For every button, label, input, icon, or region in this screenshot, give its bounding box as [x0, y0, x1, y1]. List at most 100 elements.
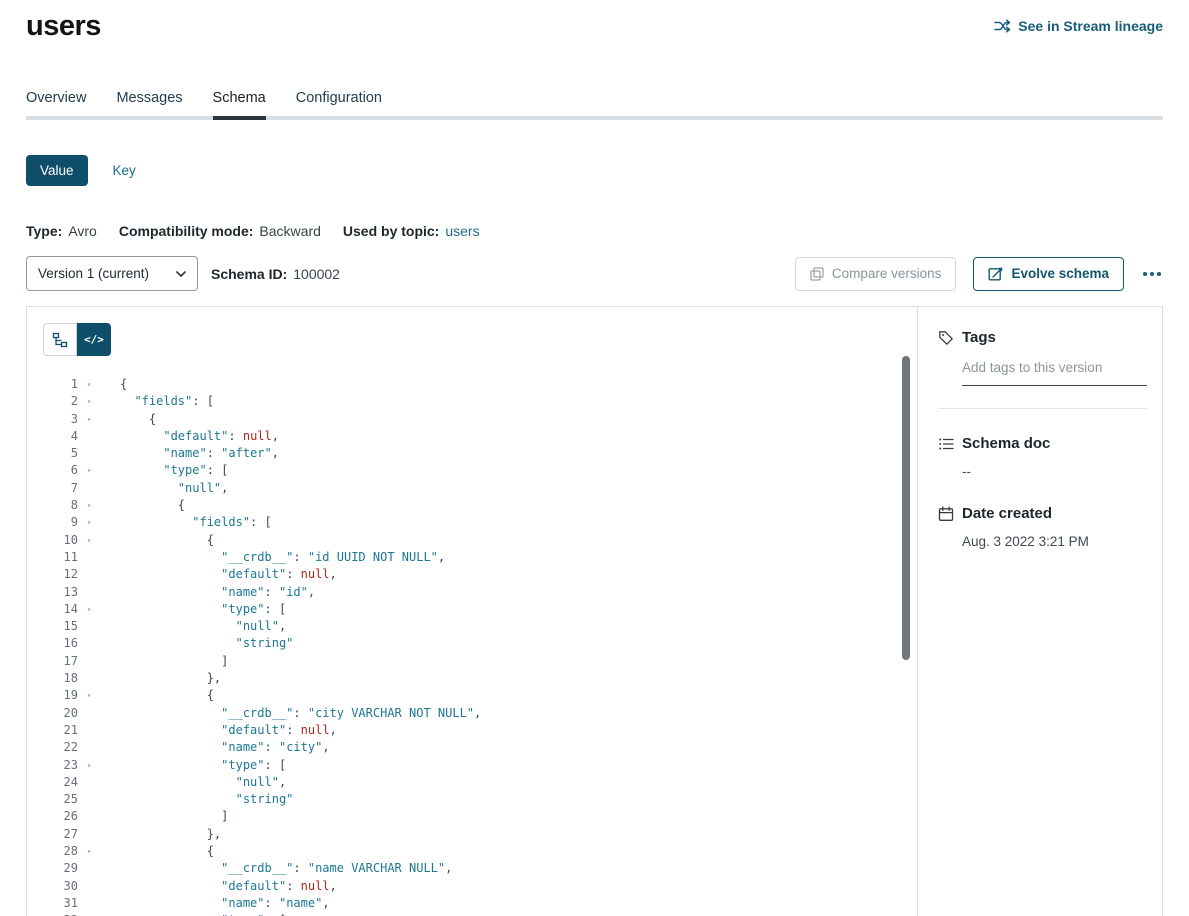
schema-id-value: 100002 [293, 266, 340, 282]
code-line: 8▾ { [43, 497, 917, 514]
line-number: 12 [43, 566, 78, 583]
line-number: 14 [43, 601, 78, 618]
code-lines: 1▾{2▾ "fields": [3▾ {4 "default": null,5… [43, 376, 917, 916]
code-text: "__crdb__": "id UUID NOT NULL", [120, 549, 445, 566]
fold-spacer [82, 635, 96, 652]
code-text: "name": "id", [120, 584, 315, 601]
code-line: 17 ] [43, 653, 917, 670]
add-tags-input[interactable] [962, 360, 1147, 386]
line-number: 5 [43, 445, 78, 462]
fold-arrow-icon[interactable]: ▾ [82, 532, 96, 549]
code-text: }, [120, 826, 221, 843]
fold-arrow-icon[interactable]: ▾ [82, 514, 96, 531]
version-select[interactable]: Version 1 (current) [26, 256, 198, 291]
fold-arrow-icon[interactable]: ▾ [82, 462, 96, 479]
tab-schema[interactable]: Schema [213, 89, 266, 116]
version-bar: Version 1 (current) Schema ID: 100002 Co… [26, 256, 1163, 291]
line-number: 22 [43, 739, 78, 756]
compare-versions-button[interactable]: Compare versions [795, 257, 957, 291]
line-number: 24 [43, 774, 78, 791]
code-line: 13 "name": "id", [43, 584, 917, 601]
more-options-button[interactable] [1141, 266, 1163, 282]
line-number: 3 [43, 411, 78, 428]
line-number: 21 [43, 722, 78, 739]
code-line: 28▾ { [43, 843, 917, 860]
line-number: 20 [43, 705, 78, 722]
code-line: 16 "string" [43, 635, 917, 652]
evolve-icon [988, 266, 1003, 281]
fold-spacer [82, 618, 96, 635]
fold-spacer [82, 878, 96, 895]
tags-section: Tags [938, 329, 1147, 409]
schema-actions: Compare versions Evolve schema [795, 257, 1163, 291]
code-line: 25 "string" [43, 791, 917, 808]
tags-title: Tags [962, 329, 996, 346]
calendar-icon [938, 506, 954, 522]
compatibility-label: Compatibility mode: [119, 223, 254, 239]
code-line: 20 "__crdb__": "city VARCHAR NOT NULL", [43, 705, 917, 722]
line-number: 30 [43, 878, 78, 895]
schema-panel: </> 1▾{2▾ "fields": [3▾ {4 "default": nu… [26, 306, 1163, 916]
fold-arrow-icon[interactable]: ▾ [82, 843, 96, 860]
fold-arrow-icon[interactable]: ▾ [82, 376, 96, 393]
fold-arrow-icon[interactable]: ▾ [82, 411, 96, 428]
tab-messages[interactable]: Messages [116, 89, 182, 116]
code-text: { [120, 497, 185, 514]
schema-meta-row: Type: Avro Compatibility mode: Backward … [26, 223, 1163, 239]
fold-spacer [82, 895, 96, 912]
fold-arrow-icon[interactable]: ▾ [82, 601, 96, 618]
line-number: 4 [43, 428, 78, 445]
fold-arrow-icon[interactable]: ▾ [82, 393, 96, 410]
ellipsis-icon [1143, 272, 1147, 276]
vertical-scrollbar[interactable] [902, 356, 910, 660]
tree-view-icon [52, 332, 68, 348]
code-view-button[interactable]: </> [77, 323, 111, 356]
code-line: 29 "__crdb__": "name VARCHAR NULL", [43, 860, 917, 877]
fold-spacer [82, 584, 96, 601]
code-line: 15 "null", [43, 618, 917, 635]
date-created-value: Aug. 3 2022 3:21 PM [962, 534, 1147, 549]
code-text: "null", [120, 480, 228, 497]
key-toggle-link[interactable]: Key [113, 163, 136, 178]
fold-arrow-icon[interactable]: ▾ [82, 912, 96, 916]
code-text: "fields": [ [120, 393, 214, 410]
code-line: 6▾ "type": [ [43, 462, 917, 479]
fold-spacer [82, 566, 96, 583]
fold-arrow-icon[interactable]: ▾ [82, 497, 96, 514]
code-line: 23▾ "type": [ [43, 757, 917, 774]
code-text: }, [120, 670, 221, 687]
tree-view-button[interactable] [43, 323, 77, 356]
date-created-title: Date created [962, 505, 1052, 522]
sidebar-divider [938, 408, 1147, 409]
code-text: "default": null, [120, 566, 337, 583]
code-text: { [120, 411, 156, 428]
evolve-schema-button[interactable]: Evolve schema [973, 257, 1124, 291]
code-text: "name": "after", [120, 445, 279, 462]
line-number: 7 [43, 480, 78, 497]
fold-arrow-icon[interactable]: ▾ [82, 687, 96, 704]
value-toggle-button[interactable]: Value [26, 155, 88, 186]
stream-lineage-link[interactable]: See in Stream lineage [994, 18, 1163, 34]
line-number: 18 [43, 670, 78, 687]
line-number: 32 [43, 912, 78, 916]
meta-topic: Used by topic: users [343, 223, 480, 239]
code-line: 14▾ "type": [ [43, 601, 917, 618]
schema-id: Schema ID: 100002 [211, 266, 340, 282]
code-text: { [120, 376, 127, 393]
fold-spacer [82, 774, 96, 791]
tab-configuration[interactable]: Configuration [296, 89, 382, 116]
topic-link[interactable]: users [445, 223, 479, 239]
code-line: 12 "default": null, [43, 566, 917, 583]
tab-overview[interactable]: Overview [26, 89, 86, 116]
fold-arrow-icon[interactable]: ▾ [82, 757, 96, 774]
code-line: 21 "default": null, [43, 722, 917, 739]
line-number: 2 [43, 393, 78, 410]
code-line: 3▾ { [43, 411, 917, 428]
fold-spacer [82, 428, 96, 445]
fold-spacer [82, 653, 96, 670]
compare-icon [810, 267, 824, 281]
fold-spacer [82, 739, 96, 756]
code-line: 4 "default": null, [43, 428, 917, 445]
code-line: 24 "null", [43, 774, 917, 791]
code-text: "__crdb__": "city VARCHAR NOT NULL", [120, 705, 481, 722]
